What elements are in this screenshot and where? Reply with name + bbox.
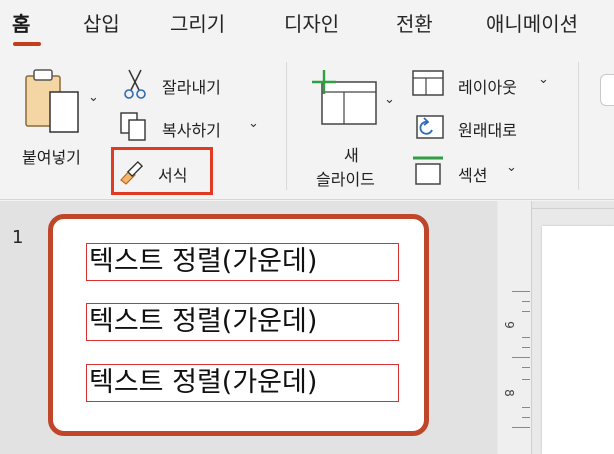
cut-label: 잘라내기 (162, 78, 221, 97)
slide-textbox-2[interactable]: 텍스트 정렬(가운데) (86, 303, 399, 341)
ribbon-tab-bar: 홈 삽입 그리기 디자인 전환 애니메이션 (0, 0, 614, 52)
tab-transitions[interactable]: 전환 (396, 8, 433, 37)
layout-label: 레이아웃 (458, 78, 517, 97)
new-slide-button[interactable]: ⌄ 새 슬라이드 (306, 66, 406, 192)
section-button[interactable]: 섹션 ⌄ (412, 154, 532, 188)
copy-button[interactable]: 복사하기 ⌄ (118, 110, 266, 142)
ribbon-divider (286, 62, 287, 190)
slide-number: 1 (12, 227, 24, 248)
copy-icon (120, 112, 146, 141)
ruler-label-9: 9 (501, 321, 516, 329)
copy-dropdown-icon[interactable]: ⌄ (248, 116, 259, 131)
slide-thumbnail[interactable]: 텍스트 정렬(가운데) 텍스트 정렬(가운데) 텍스트 정렬(가운데) (48, 214, 429, 436)
paste-label: 붙여넣기 (22, 148, 81, 167)
copy-label: 복사하기 (162, 121, 221, 140)
layout-icon (412, 70, 444, 96)
active-tab-indicator (13, 42, 41, 46)
new-slide-dropdown-icon[interactable]: ⌄ (384, 92, 395, 107)
ribbon-divider-right (578, 62, 579, 190)
tab-insert[interactable]: 삽입 (83, 8, 120, 37)
slide-textbox-3[interactable]: 텍스트 정렬(가운데) (86, 364, 399, 402)
slide-canvas[interactable] (542, 226, 614, 454)
new-slide-icon (312, 70, 377, 125)
section-icon (413, 156, 443, 185)
cut-button[interactable]: 잘라내기 (118, 68, 248, 100)
tab-draw[interactable]: 그리기 (170, 8, 225, 37)
tab-design[interactable]: 디자인 (284, 8, 339, 37)
paste-dropdown-icon[interactable]: ⌄ (88, 90, 99, 105)
section-dropdown-icon[interactable]: ⌄ (506, 160, 517, 175)
ribbon-overflow-box[interactable] (600, 74, 614, 106)
reset-label: 원래대로 (458, 121, 517, 140)
layout-dropdown-icon[interactable]: ⌄ (538, 72, 549, 87)
new-slide-label-line1: 새 (344, 146, 359, 165)
reset-button[interactable]: 원래대로 (412, 110, 542, 142)
clipboard-icon (25, 69, 79, 133)
tab-home[interactable]: 홈 (12, 8, 30, 37)
reset-icon (416, 115, 444, 139)
layout-button[interactable]: 레이아웃 ⌄ (412, 68, 562, 100)
scissors-icon (124, 69, 146, 99)
section-label: 섹션 (458, 166, 488, 185)
format-painter-label: 서식 (158, 166, 188, 185)
new-slide-label-line2: 슬라이드 (316, 170, 375, 189)
slide-textbox-1[interactable]: 텍스트 정렬(가운데) (86, 243, 399, 281)
format-painter-button[interactable]: 서식 (116, 152, 208, 190)
horizontal-ruler (532, 201, 614, 209)
paste-button[interactable]: ⌄ 붙여넣기 (20, 68, 106, 168)
format-painter-icon (120, 160, 144, 185)
tab-animations[interactable]: 애니메이션 (486, 8, 578, 37)
ruler-label-8: 8 (501, 389, 516, 397)
